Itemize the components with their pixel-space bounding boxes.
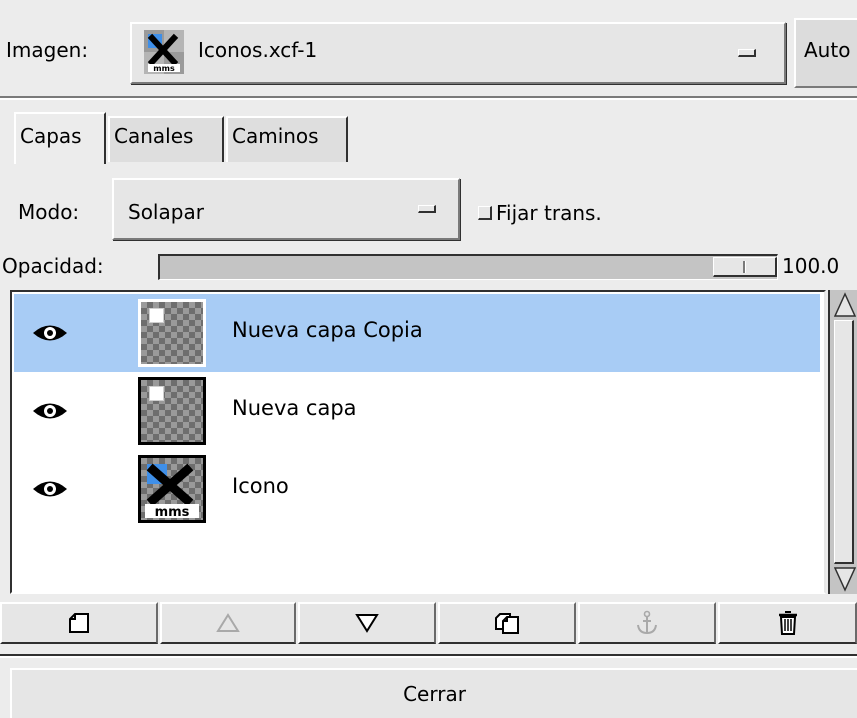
duplicate-layer-icon — [495, 613, 519, 634]
eye-icon[interactable] — [32, 478, 68, 500]
separator — [0, 96, 857, 100]
mode-value: Solapar — [128, 200, 204, 224]
lower-layer-button[interactable] — [298, 602, 436, 644]
raise-layer-button[interactable] — [160, 602, 296, 644]
separator — [0, 654, 857, 658]
keep-trans-checkbox[interactable]: Fijar trans. — [478, 200, 602, 226]
anchor-layer-button[interactable] — [578, 602, 716, 644]
checkbox-indicator — [478, 206, 492, 220]
option-menu-indicator-icon — [418, 205, 436, 213]
layers-scrollbar[interactable] — [828, 290, 857, 594]
opacity-label: Opacidad: — [2, 254, 104, 278]
layers-dialog: Imagen: mms Iconos.xcf-1 Auto Capas Cana… — [0, 0, 857, 718]
layer-thumbnail — [138, 377, 206, 445]
option-menu-indicator-icon — [738, 49, 756, 57]
layer-row[interactable]: Nueva capa — [14, 372, 820, 450]
scrollbar-thumb[interactable] — [834, 320, 854, 564]
image-label: Imagen: — [6, 38, 89, 62]
auto-button[interactable]: Auto — [794, 18, 857, 88]
opacity-slider-handle[interactable] — [713, 257, 777, 277]
new-layer-button[interactable] — [0, 602, 158, 644]
image-name: Iconos.xcf-1 — [198, 38, 318, 62]
layer-row[interactable]: Nueva capa Copia — [14, 294, 820, 372]
layer-row[interactable]: mms Icono — [14, 450, 820, 528]
trash-icon — [778, 611, 797, 635]
eye-icon[interactable] — [32, 322, 68, 344]
image-option-menu[interactable]: mms Iconos.xcf-1 — [130, 22, 786, 84]
raise-layer-icon — [216, 613, 240, 632]
image-thumbnail-icon: mms — [144, 30, 184, 74]
layer-name[interactable]: Icono — [232, 474, 289, 498]
tab-caminos[interactable]: Caminos — [226, 116, 348, 162]
scroll-up-arrow-icon[interactable] — [834, 292, 856, 318]
duplicate-layer-button[interactable] — [438, 602, 576, 644]
tab-canales[interactable]: Canales — [108, 116, 224, 162]
keep-trans-label: Fijar trans. — [496, 201, 602, 225]
new-layer-icon — [69, 613, 89, 633]
mode-label: Modo: — [18, 200, 80, 224]
opacity-value: 100.0 — [782, 254, 840, 278]
eye-icon[interactable] — [32, 400, 68, 422]
delete-layer-button[interactable] — [718, 602, 857, 644]
layer-thumbnail — [138, 299, 206, 367]
x-mms-icon: mms — [145, 463, 199, 520]
close-button[interactable]: Cerrar — [10, 668, 857, 718]
mode-option-menu[interactable]: Solapar — [112, 178, 460, 240]
svg-text:mms: mms — [153, 64, 175, 73]
scroll-down-arrow-icon[interactable] — [834, 566, 856, 592]
tab-capas[interactable]: Capas — [14, 112, 106, 164]
lower-layer-icon — [355, 614, 379, 633]
layer-name[interactable]: Nueva capa — [232, 396, 357, 420]
opacity-slider-trough[interactable] — [158, 254, 778, 280]
layer-thumbnail: mms — [138, 455, 206, 523]
svg-text:mms: mms — [155, 505, 190, 520]
anchor-icon — [637, 610, 657, 635]
layer-name[interactable]: Nueva capa Copia — [232, 318, 423, 342]
